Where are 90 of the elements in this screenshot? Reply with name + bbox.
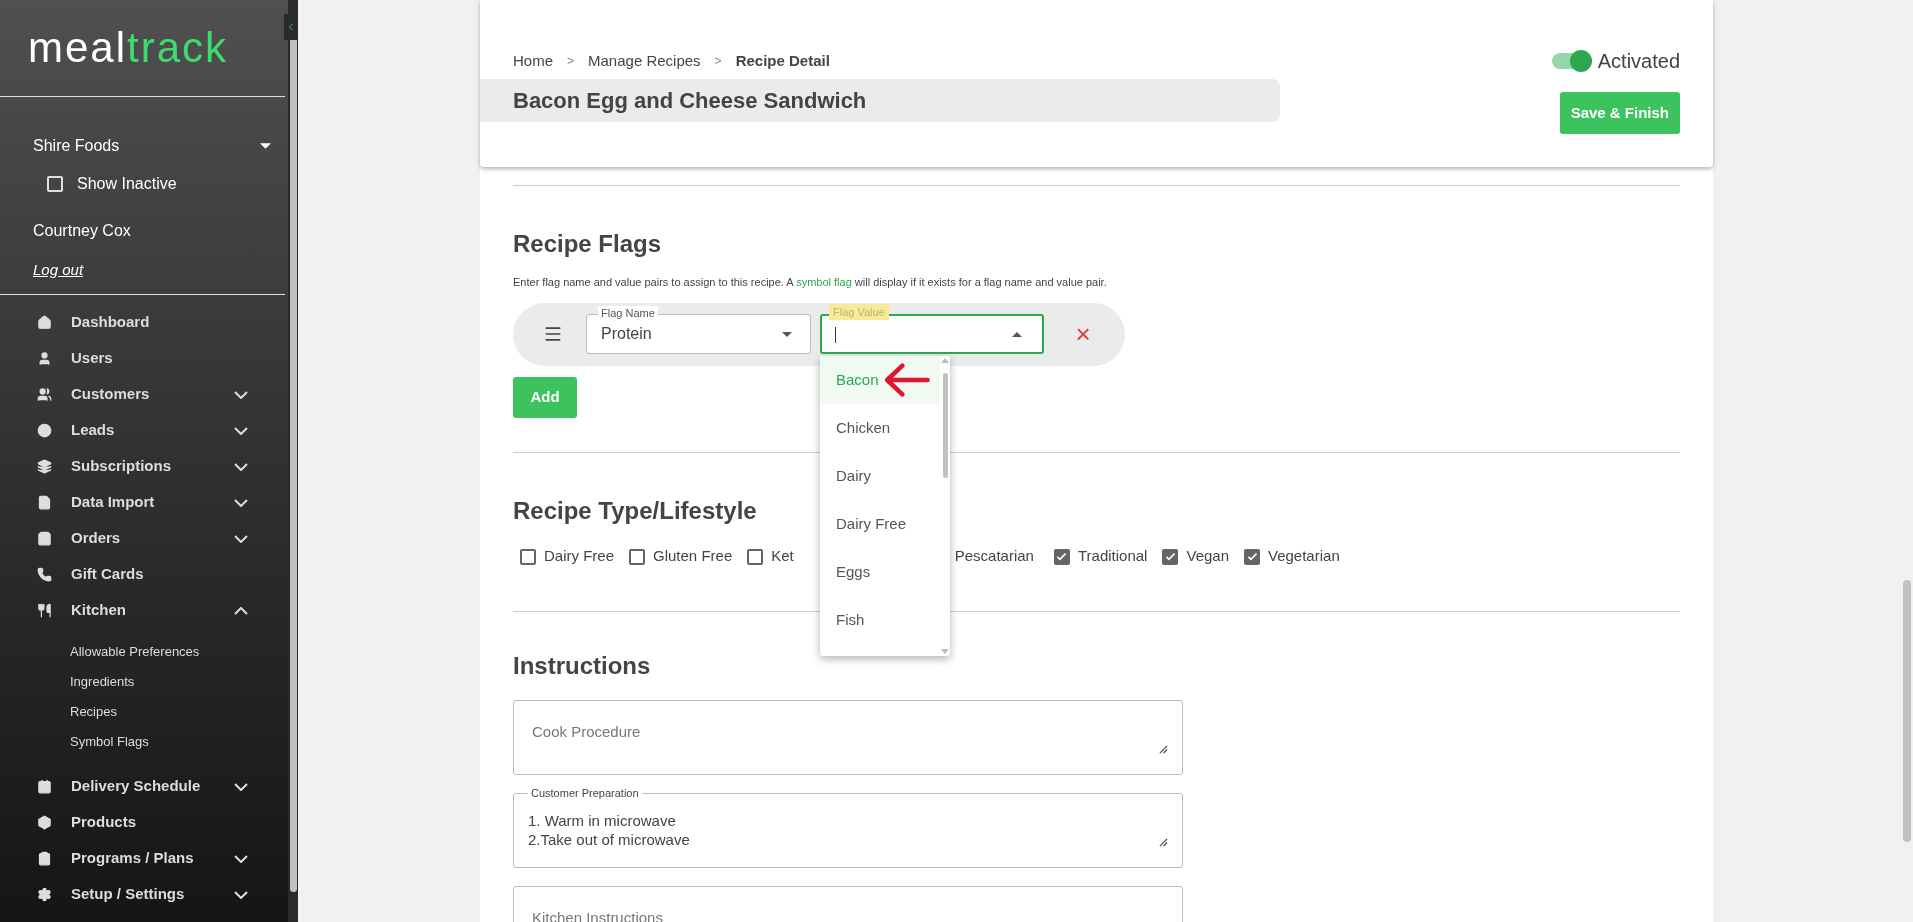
field-placeholder: Cook Procedure (532, 721, 641, 742)
checkbox[interactable] (1162, 548, 1179, 565)
nav-icon (37, 567, 52, 582)
checkbox-label: Vegan (1186, 546, 1229, 567)
nav-item[interactable]: Products (0, 804, 288, 841)
nav-item[interactable]: Delivery Schedule (0, 768, 288, 805)
chevron-down-icon (234, 854, 248, 863)
chevron-up-icon (234, 606, 248, 615)
flags-description: Enter flag name and value pairs to assign to this recipe. A symbol flag will display if it exists for a flag name and value pair. (513, 275, 1107, 290)
caret-down-icon (782, 331, 792, 337)
dropdown-option[interactable]: Fish (820, 596, 940, 644)
drag-handle-icon[interactable] (543, 324, 563, 344)
chevron-down-icon (234, 426, 248, 435)
nav-icon (37, 887, 52, 902)
field-value: 1. Warm in microwave 2.Take out of microwave (528, 810, 690, 849)
breadcrumb[interactable]: Manage Recipes (588, 50, 701, 73)
nav-icon (37, 851, 52, 866)
nav-icon (37, 815, 52, 830)
chevron-down-icon (234, 462, 248, 471)
resize-handle-icon (1159, 837, 1168, 847)
nav-subitem[interactable]: Allowable Preferences (0, 636, 288, 667)
checkbox-label: Traditional (1077, 546, 1148, 567)
nav-icon (37, 531, 52, 546)
section-heading: Instructions (513, 650, 651, 681)
nav-item[interactable]: Data Import (0, 484, 288, 521)
nav-icon (37, 315, 52, 330)
nav-subitem[interactable]: Recipes (0, 696, 288, 727)
activated-toggle[interactable] (1551, 53, 1590, 69)
company-select[interactable]: Shire Foods (33, 133, 271, 159)
resize-handle-icon (1159, 744, 1168, 754)
nav-subitem[interactable]: Symbol Flags (0, 726, 288, 757)
nav-icon (37, 351, 52, 366)
field-label: Flag Value (829, 304, 889, 320)
dropdown-option[interactable]: Dairy (820, 452, 940, 500)
nav-icon (37, 779, 52, 794)
nav-icon (37, 387, 52, 402)
field-placeholder: Kitchen Instructions (532, 907, 663, 922)
checkbox-label: Vegetarian (1268, 546, 1340, 567)
checkbox[interactable] (520, 548, 536, 565)
nav-icon (37, 603, 52, 618)
checkbox-label: Pescatarian (954, 546, 1034, 567)
breadcrumb[interactable]: Home (513, 50, 553, 73)
nav-item[interactable]: Gift Cards (0, 556, 288, 593)
nav-item[interactable]: Subscriptions (0, 448, 288, 485)
nav-icon (37, 423, 52, 438)
nav-item[interactable]: Orders (0, 520, 288, 557)
breadcrumb[interactable]: Recipe Detail (735, 50, 830, 73)
collapse-tab[interactable] (284, 14, 298, 40)
dropdown-option[interactable]: Chicken (820, 404, 940, 452)
chevron-down-icon (234, 782, 248, 791)
caret-up-icon (1012, 331, 1022, 337)
section-heading: Recipe Flags (513, 229, 662, 259)
breadcrumb-separator: > (567, 53, 575, 71)
nav-item[interactable]: Dashboard (0, 304, 288, 341)
checkbox[interactable] (747, 548, 764, 565)
nav-item[interactable]: Users (0, 340, 288, 377)
nav-subitem[interactable]: Ingredients (0, 666, 288, 697)
nav-icon (37, 459, 52, 474)
text-area[interactable]: Cook Procedure (513, 699, 1183, 775)
checkbox[interactable] (1053, 548, 1070, 565)
section-heading: Recipe Type/Lifestyle (513, 495, 757, 526)
chevron-down-icon (234, 534, 248, 543)
dropdown-option[interactable]: Eggs (820, 548, 940, 596)
checkbox-label: Gluten Free (653, 546, 733, 567)
checkbox-label: Ket (771, 546, 794, 567)
dropdown-option[interactable]: Dairy Free (820, 500, 940, 548)
logout-link[interactable]: Log out (33, 259, 84, 282)
nav-item[interactable]: Programs / Plans (0, 840, 288, 877)
show-inactive-label: Show Inactive (77, 174, 177, 194)
text-area[interactable]: Kitchen Instructions (513, 885, 1183, 922)
chevron-down-icon (234, 890, 248, 899)
recipe-title: Bacon Egg and Cheese Sandwich (480, 78, 1280, 122)
nav-item[interactable]: Kitchen (0, 592, 288, 629)
remove-flag-button[interactable]: × (1071, 322, 1095, 346)
checkbox[interactable] (629, 548, 645, 565)
checkbox[interactable] (1244, 548, 1260, 565)
user-name: Courtney Cox (33, 221, 132, 241)
nav-item[interactable]: Leads (0, 412, 288, 449)
logo: mealtrack (28, 27, 229, 69)
checkbox-label: Dairy Free (544, 546, 614, 567)
breadcrumb-separator: > (714, 53, 722, 71)
caret-icon (260, 143, 271, 149)
field-label: Flag Name (598, 306, 658, 320)
nav-icon (37, 495, 52, 510)
nav-item[interactable]: Setup / Settings (0, 876, 288, 913)
chevron-down-icon (234, 390, 248, 399)
activated-label: Activated (1597, 49, 1680, 74)
sidebar-scrollbar[interactable] (288, 0, 298, 922)
nav-item[interactable]: Customers (0, 376, 288, 413)
chevron-down-icon (234, 498, 248, 507)
